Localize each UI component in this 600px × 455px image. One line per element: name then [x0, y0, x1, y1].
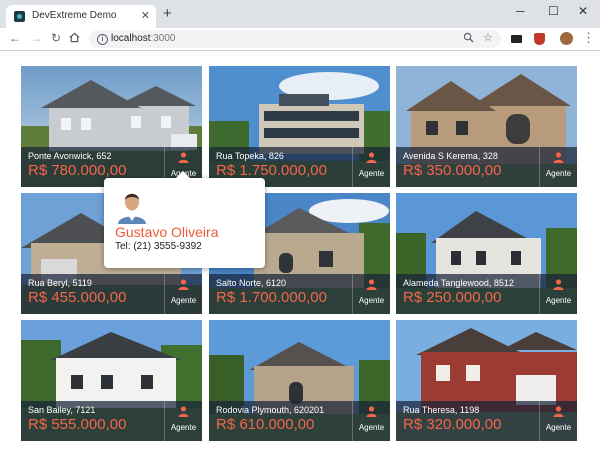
house-card[interactable]: Avenida S Kerema, 328 R$ 350.000,00 Agen… [396, 66, 577, 187]
house-price: R$ 455.000,00 [28, 289, 127, 306]
address-bar[interactable]: i localhost:3000 ☆ [89, 30, 501, 48]
agent-button[interactable]: Agente [539, 401, 577, 441]
card-info: Salto Norte, 6120 R$ 1.700.000,00 Agente [209, 274, 390, 314]
star-icon[interactable]: ☆ [483, 31, 493, 44]
card-info: Rua Beryl, 5119 R$ 455.000,00 Agente [21, 274, 202, 314]
agent-popover: Gustavo Oliveira Tel: (21) 3555-9392 [104, 171, 265, 268]
house-price: R$ 250.000,00 [403, 289, 502, 306]
house-address: Rua Beryl, 5119 [28, 278, 92, 288]
house-price: R$ 1.750.000,00 [216, 162, 327, 179]
avatar[interactable] [560, 32, 573, 45]
card-info: Rodovia Plymouth, 620201 R$ 610.000,00 A… [209, 401, 390, 441]
person-icon [366, 279, 377, 290]
url-text: localhost:3000 [111, 33, 176, 44]
agent-photo [115, 188, 149, 224]
card-info: Avenida S Kerema, 328 R$ 350.000,00 Agen… [396, 147, 577, 187]
house-card[interactable]: San Bailey, 7121 R$ 555.000,00 Agente [21, 320, 202, 441]
plus-icon[interactable]: + [163, 5, 172, 22]
house-card[interactable]: Alameda Tanglewood, 8512 R$ 250.000,00 A… [396, 193, 577, 314]
house-price: R$ 320.000,00 [403, 416, 502, 433]
card-info: Alameda Tanglewood, 8512 R$ 250.000,00 A… [396, 274, 577, 314]
person-icon [553, 152, 564, 163]
agent-button[interactable]: Agente [352, 147, 390, 187]
arrow-left-icon[interactable]: ← [9, 31, 21, 45]
devextreme-favicon-icon [14, 11, 25, 22]
maximize-icon[interactable]: ☐ [548, 4, 559, 18]
card-info: Rua Theresa, 1198 R$ 320.000,00 Agente [396, 401, 577, 441]
arrow-right-icon[interactable]: → [30, 31, 42, 45]
more-menu-icon[interactable]: ⋮ [582, 30, 595, 46]
agent-name: Gustavo Oliveira [115, 224, 219, 240]
person-icon [178, 406, 189, 417]
house-price: R$ 780.000,00 [28, 162, 127, 179]
house-price: R$ 610.000,00 [216, 416, 315, 433]
agent-label: Agente [545, 296, 572, 305]
house-address: Rua Theresa, 1198 [403, 405, 480, 415]
agent-label: Agente [545, 423, 572, 432]
house-address: Alameda Tanglewood, 8512 [403, 278, 514, 288]
house-address: Salto Norte, 6120 [216, 278, 287, 288]
person-icon [553, 406, 564, 417]
house-price: R$ 555.000,00 [28, 416, 127, 433]
close-icon[interactable]: ✕ [141, 9, 150, 22]
agent-button[interactable]: Agente [539, 274, 577, 314]
agent-label: Agente [358, 423, 385, 432]
mail-extension-icon[interactable] [511, 35, 522, 43]
agent-label: Agente [358, 169, 385, 178]
house-address: Rua Topeka, 826 [216, 151, 284, 161]
house-address: San Bailey, 7121 [28, 405, 96, 415]
minimize-icon[interactable]: ─ [516, 4, 525, 18]
agent-label: Agente [358, 296, 385, 305]
person-icon [553, 279, 564, 290]
agent-phone: Tel: (21) 3555-9392 [115, 241, 202, 252]
agent-button[interactable]: Agente [352, 401, 390, 441]
person-icon [366, 406, 377, 417]
house-address: Rodovia Plymouth, 620201 [216, 405, 325, 415]
tab-title: DevExtreme Demo [32, 10, 117, 21]
browser-tab[interactable]: DevExtreme Demo ✕ [6, 5, 156, 28]
house-address: Avenida S Kerema, 328 [403, 151, 498, 161]
person-icon [178, 152, 189, 163]
agent-label: Agente [170, 296, 197, 305]
house-price: R$ 1.700.000,00 [216, 289, 327, 306]
agent-label: Agente [545, 169, 572, 178]
zoom-icon[interactable] [463, 32, 474, 46]
card-info: San Bailey, 7121 R$ 555.000,00 Agente [21, 401, 202, 441]
window-close-icon[interactable]: ✕ [578, 4, 588, 18]
reload-icon[interactable]: ↻ [51, 31, 61, 45]
home-icon[interactable] [69, 32, 80, 46]
info-icon[interactable]: i [97, 34, 108, 45]
house-address: Ponte Avonwick, 652 [28, 151, 112, 161]
browser-toolbar: ← → ↻ i localhost:3000 ☆ ⋮ [0, 28, 600, 51]
house-card[interactable]: Rodovia Plymouth, 620201 R$ 610.000,00 A… [209, 320, 390, 441]
house-price: R$ 350.000,00 [403, 162, 502, 179]
person-icon [366, 152, 377, 163]
person-icon [178, 279, 189, 290]
house-card[interactable]: Rua Theresa, 1198 R$ 320.000,00 Agente [396, 320, 577, 441]
agent-button[interactable]: Agente [164, 401, 202, 441]
agent-label: Agente [170, 423, 197, 432]
agent-button[interactable]: Agente [352, 274, 390, 314]
agent-button[interactable]: Agente [539, 147, 577, 187]
agent-button[interactable]: Agente [164, 274, 202, 314]
house-card[interactable]: Ponte Avonwick, 652 R$ 780.000,00 Agente [21, 66, 202, 187]
shield-extension-icon[interactable] [534, 33, 545, 45]
house-card[interactable]: Rua Topeka, 826 R$ 1.750.000,00 Agente [209, 66, 390, 187]
browser-tab-bar: DevExtreme Demo ✕ + ─ ☐ ✕ [0, 0, 600, 28]
